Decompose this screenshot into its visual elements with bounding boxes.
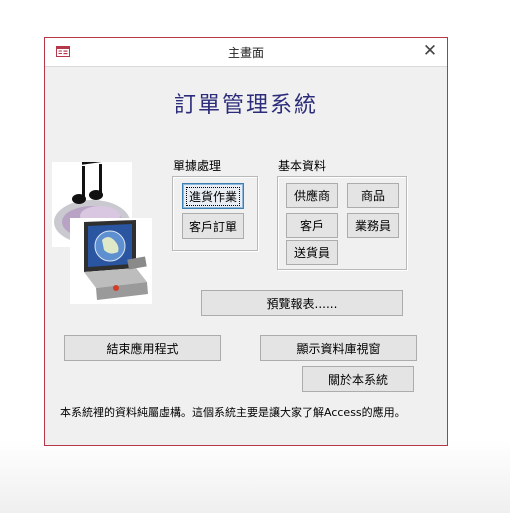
preview-reports-button[interactable]: 預覽報表...... (201, 290, 403, 316)
title-bar[interactable]: 主畫面 ✕ (45, 38, 447, 67)
about-system-label: 關於本系統 (327, 372, 388, 387)
close-button[interactable]: ✕ (421, 41, 439, 61)
disclaimer-text: 本系統裡的資料純屬虛構。這個系統主要是讓大家了解Access的應用。 (60, 406, 406, 419)
customer-orders-label: 客戶訂單 (188, 219, 237, 234)
customer-orders-button[interactable]: 客戶訂單 (182, 213, 244, 239)
window-title: 主畫面 (227, 46, 264, 60)
suppliers-label: 供應商 (293, 189, 330, 203)
exit-application-label: 結束應用程式 (106, 341, 179, 356)
customers-button[interactable]: 客戶 (286, 213, 338, 238)
transactions-group-label: 單據處理 (173, 159, 222, 173)
music-note-globe-computer-clipart (52, 162, 152, 304)
couriers-button[interactable]: 送貨員 (286, 240, 338, 265)
preview-reports-label: 預覽報表...... (266, 296, 338, 311)
about-system-button[interactable]: 關於本系統 (302, 366, 414, 392)
purchase-entry-label: 進貨作業 (185, 186, 240, 206)
show-database-window-label: 顯示資料庫視窗 (296, 341, 381, 356)
salespersons-label: 業務員 (354, 219, 391, 233)
page-title: 訂單管理系統 (173, 93, 318, 118)
customers-label: 客戶 (299, 219, 324, 233)
suppliers-button[interactable]: 供應商 (286, 183, 338, 208)
purchase-entry-button[interactable]: 進貨作業 (182, 183, 244, 209)
basic-data-group-label: 基本資料 (278, 159, 327, 173)
close-icon[interactable]: ✕ (423, 41, 437, 61)
couriers-label: 送貨員 (293, 246, 330, 260)
show-database-window-button[interactable]: 顯示資料庫視窗 (260, 335, 417, 361)
products-label: 商品 (360, 189, 385, 203)
exit-application-button[interactable]: 結束應用程式 (64, 335, 221, 361)
main-form-window: 主畫面 ✕ 訂單管理系統 單據處理 進貨作業 客戶訂單 基本資料 供應商 商品 … (44, 37, 448, 446)
salespersons-button[interactable]: 業務員 (347, 213, 399, 238)
products-button[interactable]: 商品 (347, 183, 399, 208)
